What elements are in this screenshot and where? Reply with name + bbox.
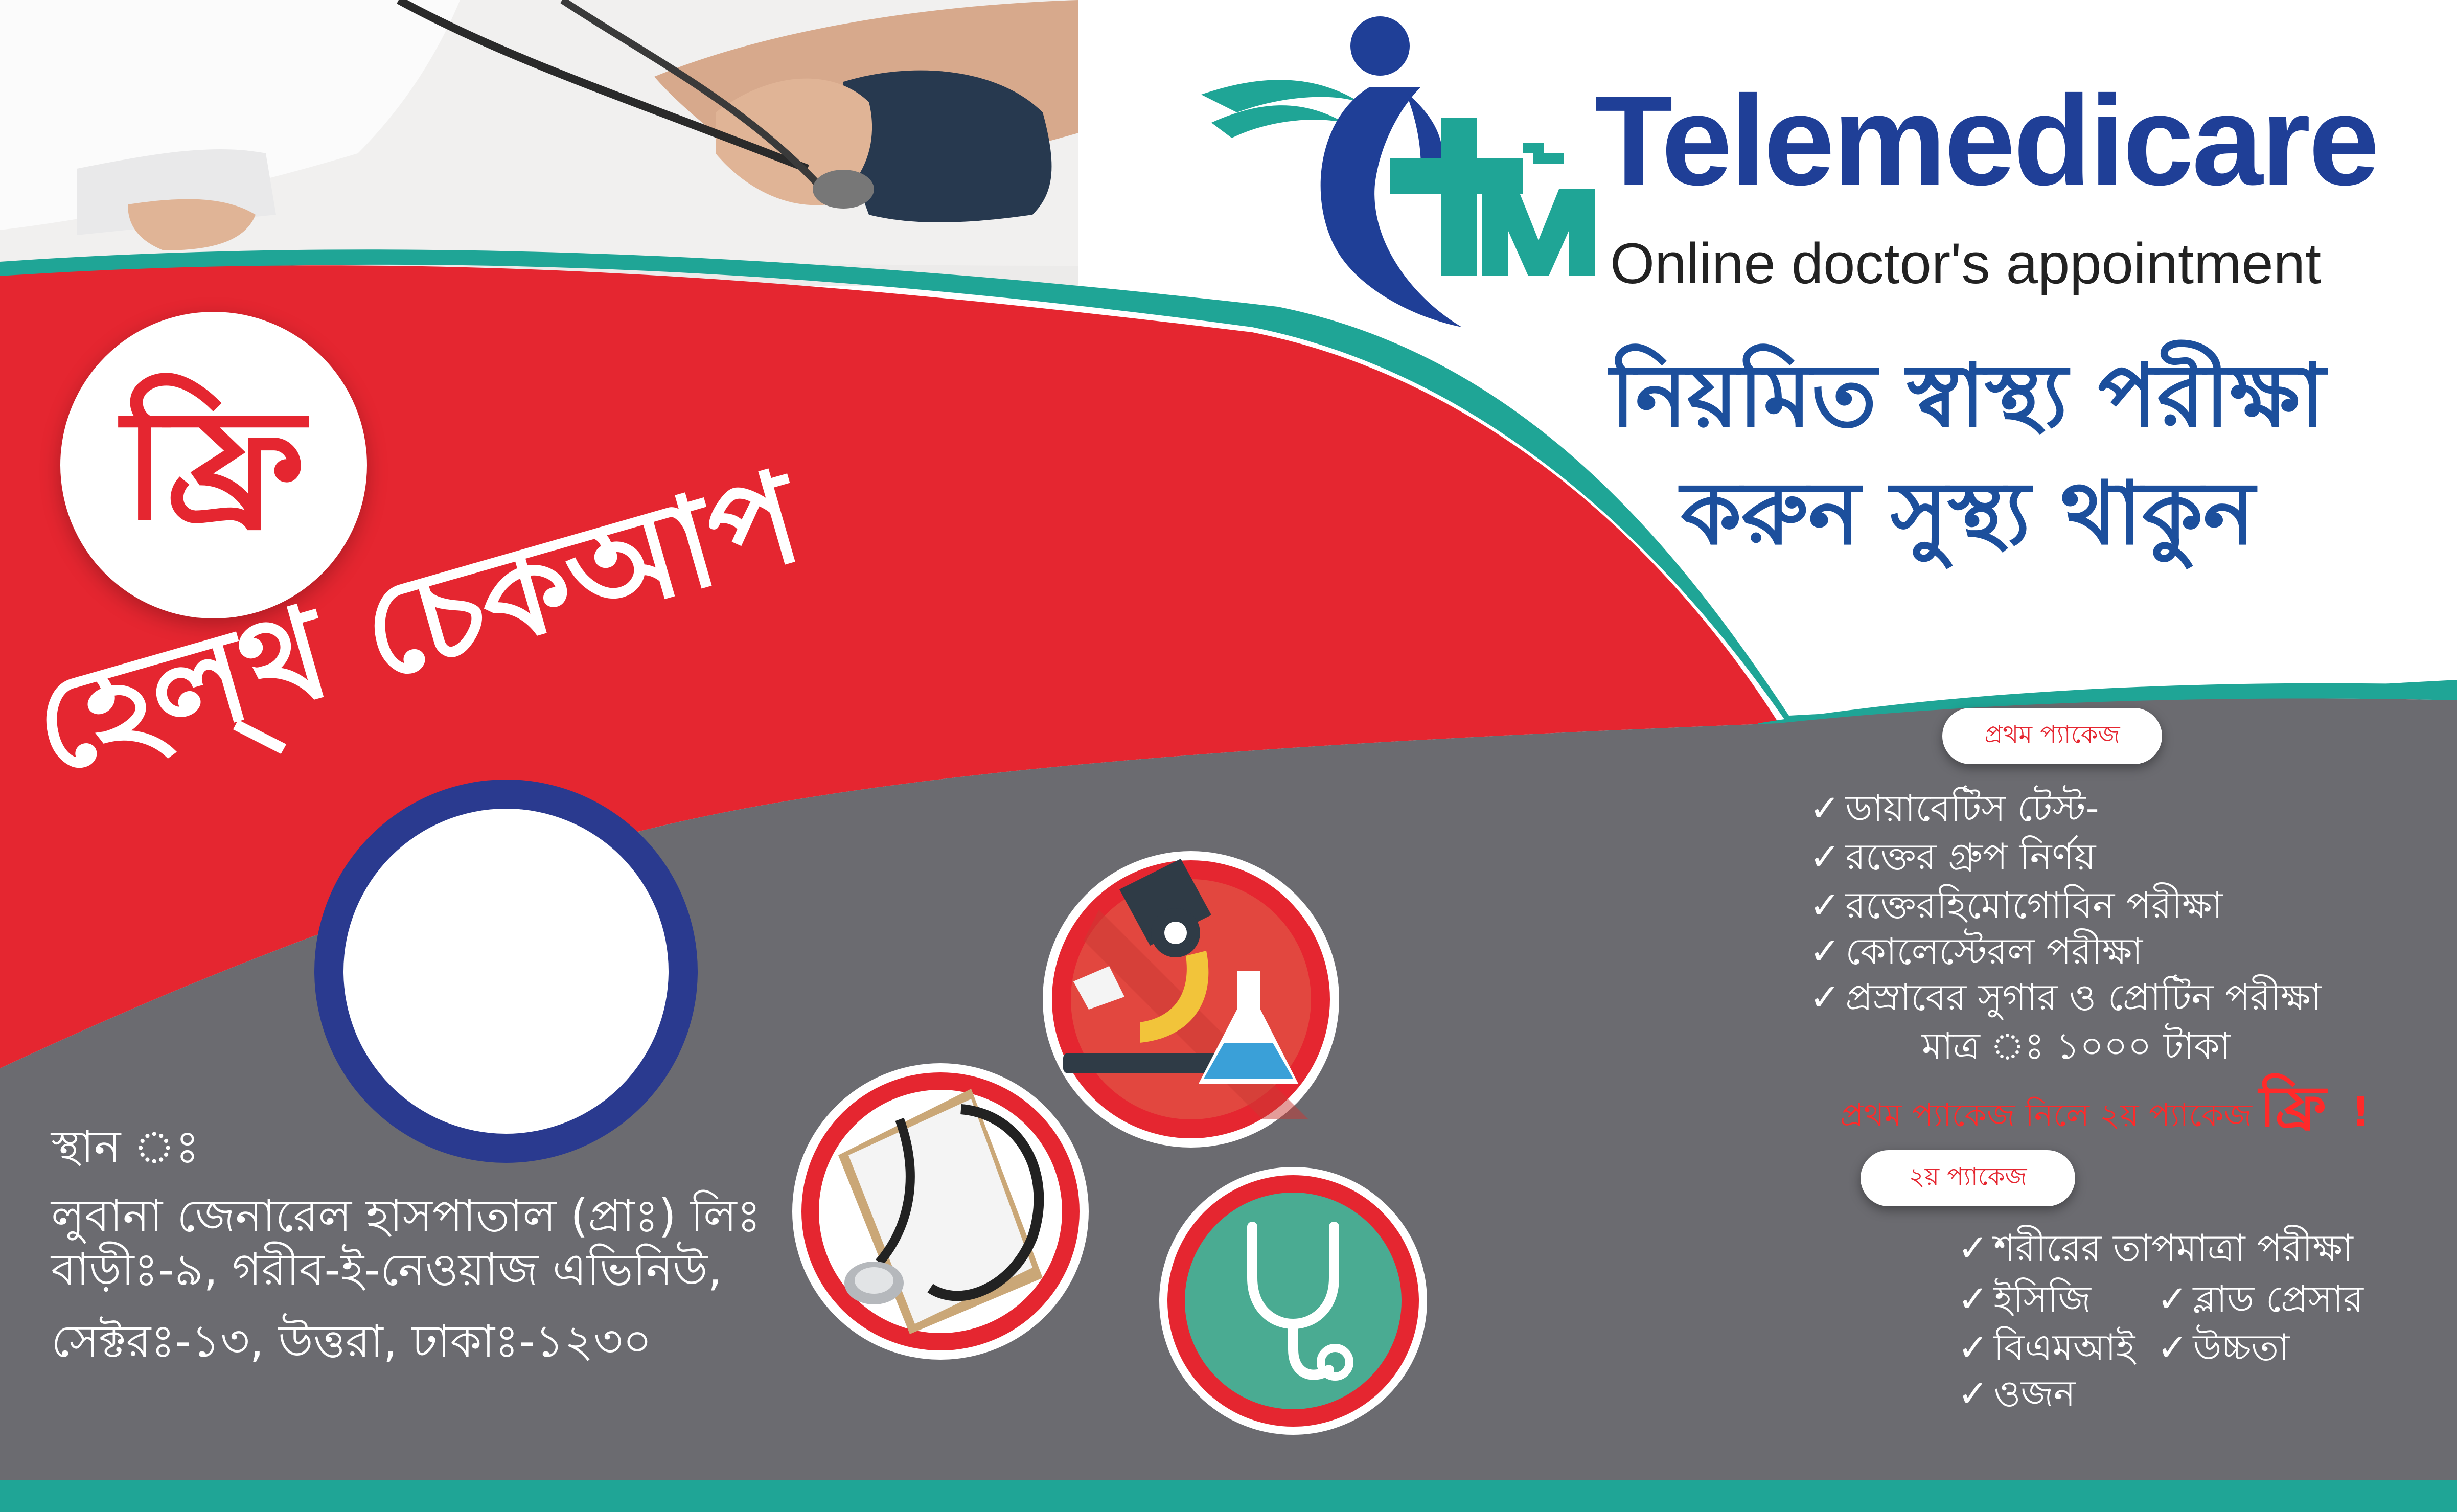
stethoscope-icon (1159, 1167, 1427, 1435)
check-icon: ✓ (1809, 976, 1841, 1019)
check-icon: ✓ (1958, 1277, 1989, 1320)
logo-icon (1201, 16, 1595, 327)
check-icon: ✓ (1958, 1326, 1989, 1369)
package2-item: ✓ ব্লাড প্রেসার (2157, 1277, 2363, 1320)
location-label: স্থান ঃ (51, 1120, 199, 1173)
check-icon: ✓ (2157, 1277, 2188, 1320)
package1-item: ✓ কোলেস্টেরল পরীক্ষা (1809, 930, 2143, 973)
brand-name: Telemedicare (1595, 69, 2380, 212)
location-line-3: সেক্টরঃ-১৩, উত্তরা, ঢাকাঃ-১২৩০ (51, 1315, 652, 1367)
package2-item: ✓ ওজন (1958, 1372, 2076, 1415)
package2-item: ✓ ইসিজি (1958, 1277, 2091, 1320)
clipboard-stethoscope-icon (792, 1063, 1089, 1360)
check-icon: ✓ (1958, 1372, 1989, 1415)
package1-label: প্রথম প্যাকেজ (1942, 708, 2162, 764)
package1-item: ✓ প্রস্রাবের সুগার ও প্রোটিন পরীক্ষা (1809, 976, 2322, 1019)
blood-pressure-photo (0, 0, 1078, 286)
check-icon: ✓ (1809, 884, 1841, 927)
offer-mark: ! (2351, 1088, 2371, 1136)
microscope-icon (1043, 851, 1339, 1148)
package2-item: ✓ উচ্চতা (2157, 1326, 2290, 1369)
package1-price: মাত্র ঃ ১০০০ টাকা (1922, 1024, 2231, 1067)
package1-item: ✓ রক্তের গ্রুপ নির্ণয় (1809, 835, 2096, 878)
photo-placeholder (343, 809, 669, 1134)
package2-item: ✓ বিএমআই (1958, 1326, 2135, 1369)
brand-tagline: Online doctor's appointment (1610, 232, 2322, 295)
check-icon: ✓ (1809, 930, 1841, 973)
package2-label: ২য় প্যাকেজ (1861, 1150, 2075, 1206)
free-badge-text: ফ্রি (122, 376, 305, 554)
check-icon: ✓ (1809, 787, 1841, 830)
package2-item: ✓ শরীরের তাপমাত্রা পরীক্ষা (1958, 1226, 2353, 1269)
location-line-1: লুবানা জেনারেল হাসপাতাল (প্রাঃ) লিঃ (51, 1189, 761, 1242)
package1-item: ✓ ডায়াবেটিস টেস্ট- (1809, 787, 2099, 830)
package1-item: ✓ রক্তেরহিমোগোবিন পরীক্ষা (1809, 884, 2223, 927)
package-offer: প্রথম প্যাকেজ নিলে ২য় প্যাকেজ ফ্রি! (1840, 1079, 2370, 1135)
check-icon: ✓ (1958, 1226, 1989, 1269)
offer-free: ফ্রি (2259, 1074, 2326, 1139)
check-icon: ✓ (1809, 835, 1841, 878)
poster: Telemedicare Online doctor's appointment… (0, 0, 2457, 1512)
slogan-line-1: নিয়মিত স্বাস্থ্য পরীক্ষা (1610, 346, 2326, 447)
check-icon: ✓ (2157, 1326, 2188, 1369)
slogan-line-2: করুন সুস্থ্য থাকুন (1681, 463, 2255, 564)
offer-text: প্রথম প্যাকেজ নিলে ২য় প্যাকেজ (1840, 1096, 2252, 1134)
location-line-2: বাড়ীঃ-৯, গরীব-ই-নেওয়াজ এভিনিউ, (51, 1243, 722, 1296)
